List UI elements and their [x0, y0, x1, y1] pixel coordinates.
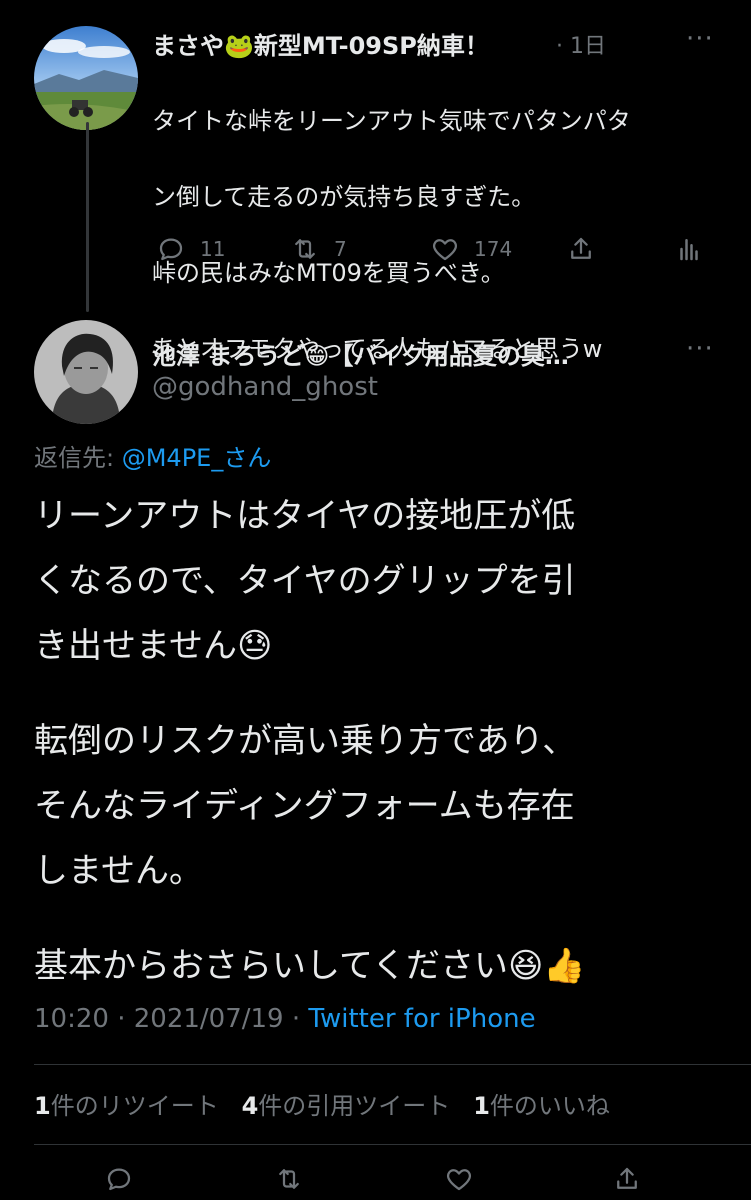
- reply-icon: [159, 238, 183, 261]
- avatar[interactable]: [34, 26, 138, 130]
- quoted-body-line: タイトな峠をリーンアウト気味でパタンパタ: [152, 107, 631, 135]
- reply-to-user-link[interactable]: @M4PE_さん: [122, 444, 272, 472]
- profile-photo-portrait-icon: [34, 320, 138, 424]
- tweet-date: 2021/07/19: [133, 1004, 284, 1034]
- reply-button[interactable]: [104, 1164, 148, 1194]
- retweet-button[interactable]: [274, 1164, 318, 1194]
- heart-icon: [446, 1169, 472, 1191]
- retweets-stat[interactable]: 1件のリツイート: [34, 1092, 219, 1120]
- tweet-paragraph: 基本からおさらいしてください😆👍: [34, 946, 586, 986]
- thread-connector-line: [86, 122, 89, 312]
- reply-count: 11: [200, 237, 226, 261]
- more-icon[interactable]: ···: [686, 24, 714, 54]
- more-icon[interactable]: ···: [686, 334, 714, 364]
- likes-stat[interactable]: 1件のいいね: [473, 1092, 610, 1120]
- quoted-time[interactable]: · 1日: [556, 28, 606, 60]
- retweet-icon: [279, 1169, 299, 1189]
- retweet-count: 7: [334, 237, 347, 261]
- analytics-button[interactable]: [674, 234, 718, 264]
- analytics-icon: [680, 239, 698, 261]
- reply-to-label: 返信先:: [34, 444, 122, 472]
- like-button[interactable]: [444, 1164, 488, 1194]
- quoted-body-line: ン倒して走るのが気持ち良すぎた。: [152, 183, 536, 211]
- like-button[interactable]: 174: [430, 234, 512, 264]
- quoted-display-name[interactable]: まさや🐸新型MT-09SP納車！: [152, 26, 489, 61]
- like-count: 174: [474, 237, 513, 261]
- divider: [34, 1064, 751, 1065]
- retweet-icon: [295, 239, 315, 259]
- share-button[interactable]: [566, 234, 610, 264]
- reply-to: 返信先: @M4PE_さん: [34, 438, 271, 473]
- tweet-paragraph: リーンアウトはタイヤの接地圧が低 くなるので、タイヤのグリップを引 き出せません…: [34, 496, 576, 666]
- meta-separator: ·: [108, 1004, 134, 1034]
- share-button[interactable]: [612, 1164, 656, 1194]
- tweet-time: 10:20: [34, 1004, 109, 1034]
- quotes-stat[interactable]: 4件の引用ツイート: [242, 1092, 451, 1120]
- share-icon: [571, 237, 591, 259]
- profile-photo-landscape-icon: [34, 26, 138, 130]
- main-handle[interactable]: @godhand_ghost: [152, 372, 378, 402]
- tweet-meta: 10:20 · 2021/07/19 · Twitter for iPhone: [34, 1004, 536, 1034]
- divider: [34, 1144, 751, 1145]
- main-display-name[interactable]: 池澤 まろうど😁【バイク用品夏の臭…: [152, 336, 652, 371]
- share-icon: [617, 1167, 637, 1189]
- avatar[interactable]: [34, 320, 138, 424]
- meta-separator: ·: [283, 1004, 309, 1034]
- tweet-source-link[interactable]: Twitter for iPhone: [308, 1004, 535, 1034]
- heart-icon: [432, 239, 458, 261]
- reply-icon: [107, 1168, 131, 1191]
- tweet-paragraph: 転倒のリスクが高い乗り方であり、 そんなライディングフォームも存在 しません。: [34, 721, 577, 891]
- engagement-stats: 1件のリツイート 4件の引用ツイート 1件のいいね: [34, 1086, 610, 1121]
- reply-button[interactable]: 11: [156, 234, 225, 264]
- tweet-body: リーンアウトはタイヤの接地圧が低 くなるので、タイヤのグリップを引 き出せません…: [34, 484, 724, 1029]
- retweet-button[interactable]: 7: [290, 234, 347, 264]
